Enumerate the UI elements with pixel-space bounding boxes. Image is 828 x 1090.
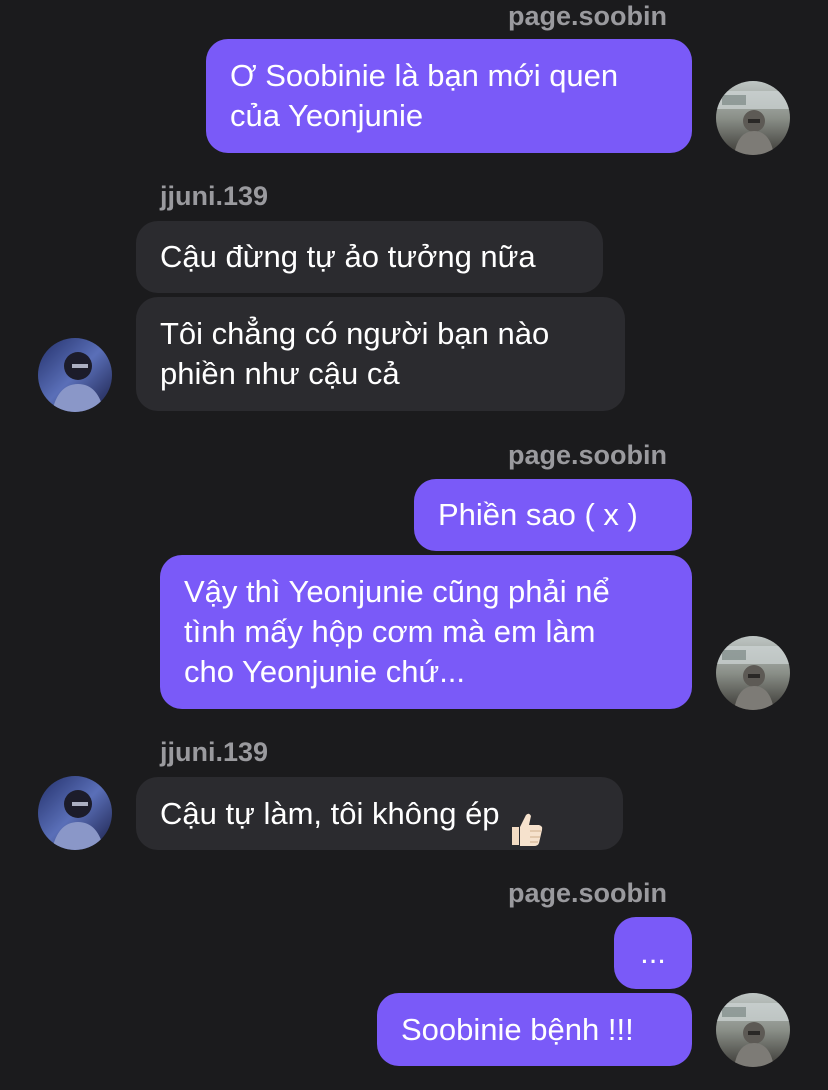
avatar[interactable]: [716, 636, 790, 710]
message-text: ...: [640, 935, 666, 970]
message-bubble[interactable]: Vậy thì Yeonjunie cũng phải nể tình mấy …: [160, 555, 692, 709]
profile-photo-icon: [716, 636, 790, 710]
avatar[interactable]: [38, 338, 112, 412]
message-bubble[interactable]: Cậu tự làm, tôi không ép: [136, 777, 623, 850]
message-bubble[interactable]: Soobinie bệnh !!!: [377, 993, 692, 1066]
profile-photo-icon: [38, 776, 112, 850]
message-bubble[interactable]: Ơ Soobinie là bạn mới quen của Yeonjunie: [206, 39, 692, 153]
profile-photo-icon: [38, 338, 112, 412]
profile-photo-icon: [716, 993, 790, 1067]
message-text: Ơ Soobinie là bạn mới quen của Yeonjunie: [230, 58, 619, 133]
message-text: Phiền sao ( x ): [438, 497, 638, 532]
message-text: Cậu đừng tự ảo tưởng nữa: [160, 239, 536, 274]
message-bubble[interactable]: ...: [614, 917, 692, 989]
message-bubble[interactable]: Cậu đừng tự ảo tưởng nữa: [136, 221, 603, 293]
sender-name[interactable]: page.soobin: [508, 0, 667, 32]
thumbs-up-icon: [506, 769, 546, 859]
profile-photo-icon: [716, 81, 790, 155]
message-text: Cậu tự làm, tôi không ép: [160, 795, 500, 831]
sender-name[interactable]: jjuni.139: [160, 180, 268, 212]
avatar[interactable]: [38, 776, 112, 850]
message-bubble[interactable]: Tôi chẳng có người bạn nào phiền như cậu…: [136, 297, 625, 411]
avatar[interactable]: [716, 81, 790, 155]
sender-name[interactable]: jjuni.139: [160, 736, 268, 768]
sender-name[interactable]: page.soobin: [508, 877, 667, 909]
message-text: Soobinie bệnh !!!: [401, 1011, 634, 1047]
message-text: Tôi chẳng có người bạn nào phiền như cậu…: [160, 316, 550, 391]
message-text: Vậy thì Yeonjunie cũng phải nể tình mấy …: [184, 574, 610, 689]
avatar[interactable]: [716, 993, 790, 1067]
sender-name[interactable]: page.soobin: [508, 439, 667, 471]
message-bubble[interactable]: Phiền sao ( x ): [414, 479, 692, 551]
